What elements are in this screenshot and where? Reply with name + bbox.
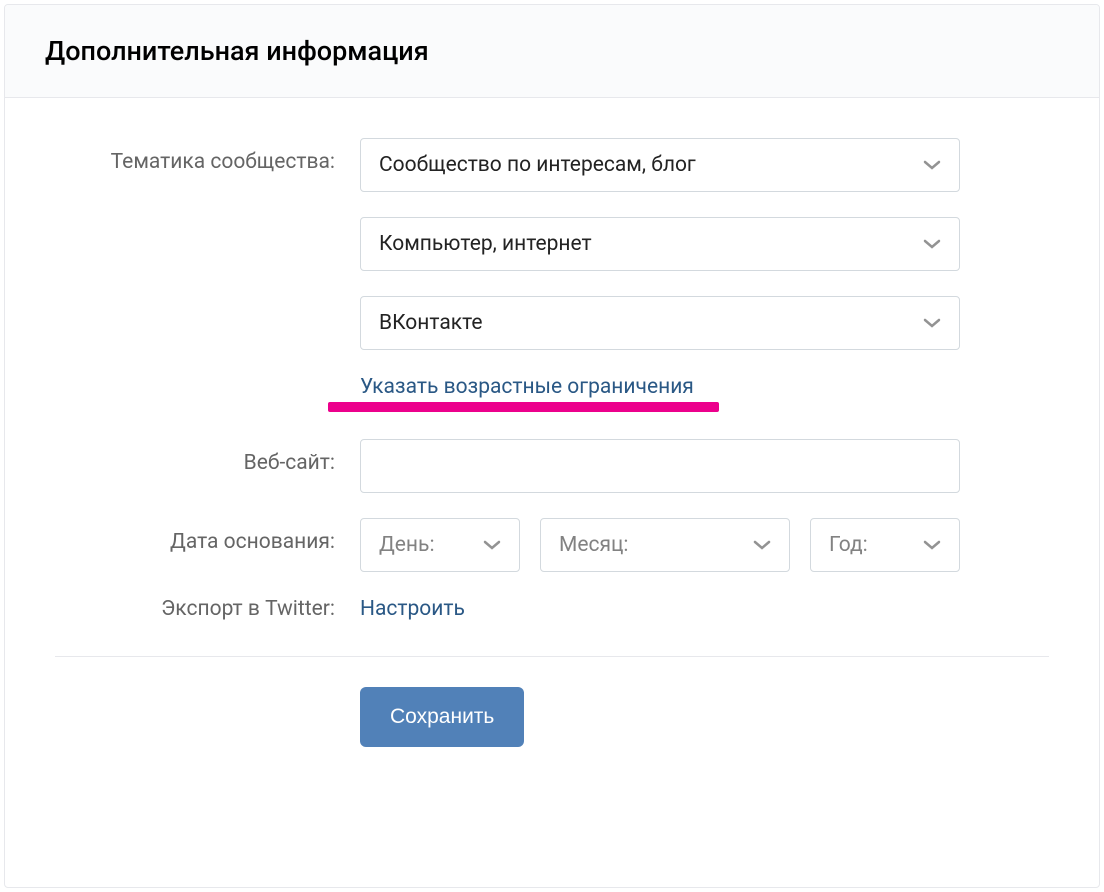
founded-date-group: День: Месяц: Год: [360, 518, 960, 572]
row-website: Веб-сайт: [55, 439, 1049, 493]
separator [55, 656, 1049, 657]
select-month[interactable]: Месяц: [540, 518, 790, 572]
row-founded-date: Дата основания: День: Месяц: Год: [55, 518, 1049, 572]
select-topic-tertiary-value: ВКонтакте [379, 311, 483, 335]
save-button[interactable]: Сохранить [360, 687, 524, 747]
age-restriction-row: Указать возрастные ограничения [360, 375, 694, 399]
select-topic-secondary[interactable]: Компьютер, интернет [360, 217, 960, 271]
panel-header: Дополнительная информация [5, 5, 1099, 98]
highlight-annotation [328, 402, 719, 412]
age-restriction-link[interactable]: Указать возрастные ограничения [360, 375, 694, 399]
save-row: Сохранить [55, 687, 1049, 747]
panel-body: Тематика сообщества: Сообщество по интер… [5, 98, 1099, 777]
chevron-down-icon [483, 536, 501, 554]
select-day[interactable]: День: [360, 518, 520, 572]
label-website: Веб-сайт: [55, 439, 360, 475]
select-topic-primary-value: Сообщество по интересам, блог [379, 153, 696, 177]
website-input[interactable] [360, 439, 960, 493]
chevron-down-icon [923, 235, 941, 253]
select-day-value: День: [379, 533, 435, 557]
chevron-down-icon [923, 156, 941, 174]
label-twitter-export: Экспорт в Twitter: [55, 597, 360, 621]
row-twitter-export: Экспорт в Twitter: Настроить [55, 597, 1049, 621]
chevron-down-icon [923, 536, 941, 554]
twitter-configure-link[interactable]: Настроить [360, 597, 465, 621]
row-community-topic: Тематика сообщества: Сообщество по интер… [55, 138, 1049, 399]
chevron-down-icon [923, 314, 941, 332]
select-topic-primary[interactable]: Сообщество по интересам, блог [360, 138, 960, 192]
select-topic-tertiary[interactable]: ВКонтакте [360, 296, 960, 350]
select-year[interactable]: Год: [810, 518, 960, 572]
label-community-topic: Тематика сообщества: [55, 138, 360, 174]
label-founded-date: Дата основания: [55, 518, 360, 554]
additional-info-panel: Дополнительная информация Тематика сообщ… [4, 4, 1100, 888]
panel-title: Дополнительная информация [45, 35, 1059, 67]
topic-selects-group: Сообщество по интересам, блог Компьютер,… [360, 138, 960, 399]
chevron-down-icon [753, 536, 771, 554]
select-topic-secondary-value: Компьютер, интернет [379, 232, 592, 256]
select-year-value: Год: [829, 533, 868, 557]
select-month-value: Месяц: [559, 533, 629, 557]
